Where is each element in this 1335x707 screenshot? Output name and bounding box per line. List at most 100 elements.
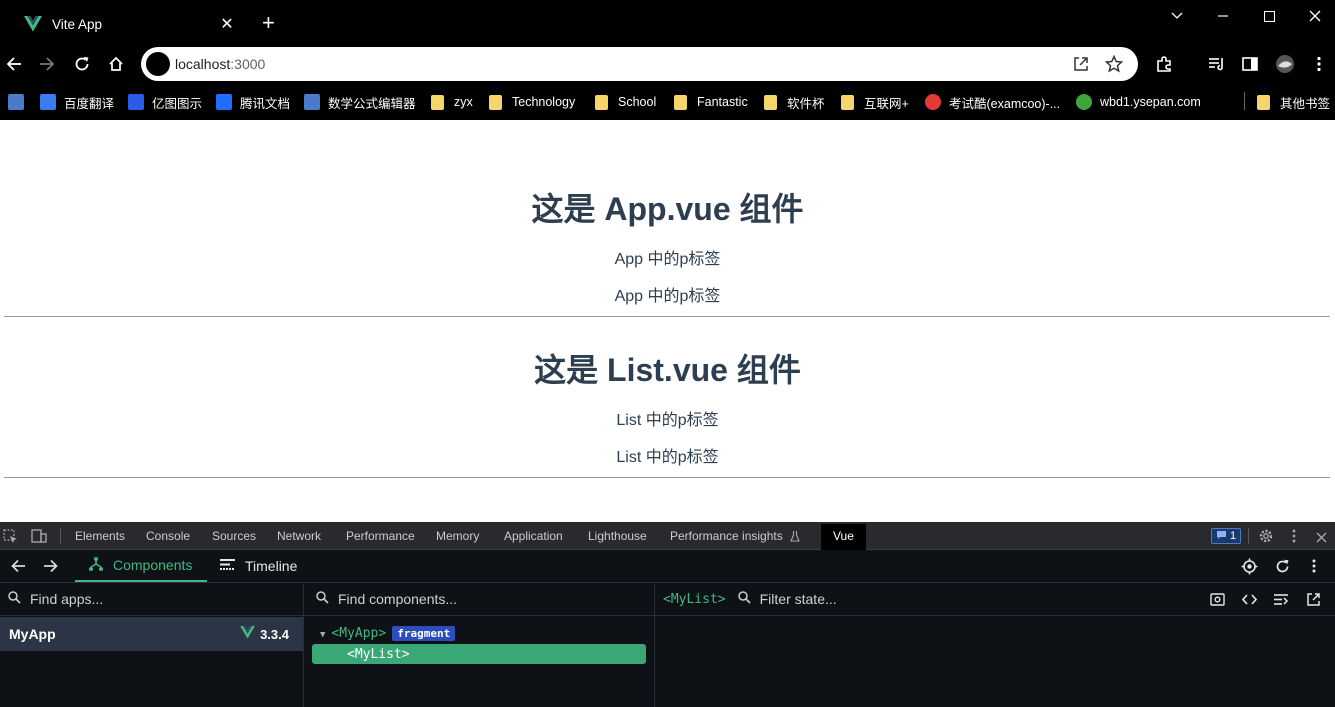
site-info-icon[interactable] [146,52,170,76]
tab-vue[interactable]: Vue [821,524,866,550]
find-components-field[interactable]: Find components... [304,583,654,616]
back-icon[interactable] [4,54,24,74]
profile-avatar-icon[interactable] [1275,54,1295,74]
bookmark-item[interactable]: wbd1.ysepan.com [1076,92,1201,112]
bookmark-item[interactable]: 考试酷(examcoo)-... [925,92,1060,112]
app-paragraph: App 中的p标签 [614,251,721,268]
bookmark-label: 腾讯文档 [240,96,291,111]
share-icon[interactable] [1072,55,1090,73]
message-icon [1216,530,1227,543]
bookmark-label: 软件杯 [787,96,825,111]
app-list-item[interactable]: MyApp 3.3.4 [0,617,303,651]
select-component-icon[interactable] [1241,558,1258,580]
maximize-icon[interactable] [1246,6,1292,26]
timeline-icon [220,558,235,574]
vue-logo-icon [24,16,42,32]
issues-badge[interactable]: 1 [1211,528,1241,544]
home-icon[interactable] [106,54,126,74]
chrome-menu-icon[interactable] [1309,54,1329,74]
new-tab-button[interactable]: + [262,12,275,34]
tab-performance-insights[interactable]: Performance insights [670,529,800,545]
apps-pane: Find apps... MyApp 3.3.4 [0,583,303,707]
devtools-panel: Elements Console Sources Network Perform… [0,522,1335,707]
ysepan-icon [1076,94,1092,110]
bookmark-label: Technology [512,95,576,109]
bookmark-folder[interactable]: zyx [431,92,473,112]
bookmark-label: 考试酷(examcoo)-... [949,96,1061,111]
minimize-icon[interactable] [1200,6,1246,26]
forward-icon[interactable] [37,54,57,74]
browser-tab[interactable]: Vite App ✕ [10,6,250,42]
tab-search-icon[interactable] [1154,6,1200,26]
google-translate-icon [8,94,24,110]
find-apps-field[interactable]: Find apps... [0,583,303,616]
edraw-icon [128,94,144,110]
tab-network[interactable]: Network [277,529,321,543]
other-bookmarks-folder[interactable]: 其他书签 [1257,92,1330,112]
google-translate-bookmark[interactable] [8,92,32,112]
more-options-icon[interactable] [1292,529,1296,548]
tab-timeline[interactable]: Timeline [220,550,297,582]
tencent-docs-icon [216,94,232,110]
bookmark-star-icon[interactable] [1104,54,1124,73]
bookmark-label: 其他书签 [1280,96,1331,111]
bookmark-item[interactable]: 百度翻译 [40,92,114,112]
reload-icon[interactable] [72,54,92,74]
tab-title: Vite App [52,16,103,32]
inspect-dom-icon[interactable] [1241,593,1258,611]
tab-performance[interactable]: Performance [346,529,415,543]
tree-node-myapp[interactable]: ▼ <MyApp> fragment [320,626,456,641]
extensions-icon[interactable] [1154,54,1174,74]
expand-caret-icon[interactable]: ▼ [320,630,325,640]
app-heading: 这是 App.vue 组件 [531,191,804,227]
bookmark-item[interactable]: 数学公式编辑器 [304,92,416,112]
vue-logo-icon [240,626,255,642]
bookmarks-divider [1244,92,1245,110]
scroll-to-component-icon[interactable] [1210,592,1225,612]
tab-lighthouse[interactable]: Lighthouse [588,529,647,543]
component-name: <MyList> [347,647,410,662]
tab-sources[interactable]: Sources [212,529,256,543]
back-icon[interactable] [11,559,26,578]
bookmark-folder[interactable]: 软件杯 [764,92,825,112]
tab-label: Performance insights [670,529,783,543]
bookmark-folder[interactable]: School [595,92,656,112]
close-devtools-icon[interactable] [1316,530,1327,548]
url-text[interactable]: localhost:3000 [175,56,265,72]
fragment-badge: fragment [392,626,456,641]
refresh-icon[interactable] [1275,559,1290,579]
app-version: 3.3.4 [240,626,289,642]
selected-component-label: <MyList> [663,591,726,607]
bookmark-item[interactable]: 亿图图示 [128,92,202,112]
device-toolbar-icon[interactable] [31,529,47,549]
folder-icon [431,94,444,110]
tab-components[interactable]: Components [75,550,207,582]
browser-tab-strip: Vite App ✕ + [0,0,1335,46]
tab-close-icon[interactable]: ✕ [218,14,236,34]
bookmark-folder[interactable]: 互联网+ [841,92,909,112]
tab-memory[interactable]: Memory [436,529,479,543]
open-in-editor-icon[interactable] [1306,592,1321,612]
find-apps-placeholder: Find apps... [30,591,104,607]
show-render-code-icon[interactable] [1274,593,1289,611]
bookmark-folder[interactable]: Technology [489,92,575,112]
more-options-icon[interactable] [1312,559,1316,578]
forward-icon[interactable] [43,559,58,578]
find-components-placeholder: Find components... [338,591,458,607]
filter-state-field[interactable]: Filter state... [760,591,837,607]
examcoo-icon [925,94,941,110]
settings-gear-icon[interactable] [1258,528,1274,549]
close-window-icon[interactable] [1292,6,1335,26]
bookmark-label: School [618,95,657,109]
side-panel-icon[interactable] [1240,54,1260,74]
media-control-icon[interactable] [1207,54,1227,74]
bookmark-folder[interactable]: Fantastic [674,92,748,112]
tab-application[interactable]: Application [504,529,563,543]
tab-elements[interactable]: Elements [75,529,125,543]
search-icon [316,591,329,607]
tab-console[interactable]: Console [146,529,190,543]
inspect-element-icon[interactable] [3,529,18,549]
address-bar[interactable]: localhost:3000 [141,47,1138,81]
list-heading: 这是 List.vue 组件 [534,352,801,388]
bookmark-item[interactable]: 腾讯文档 [216,92,290,112]
